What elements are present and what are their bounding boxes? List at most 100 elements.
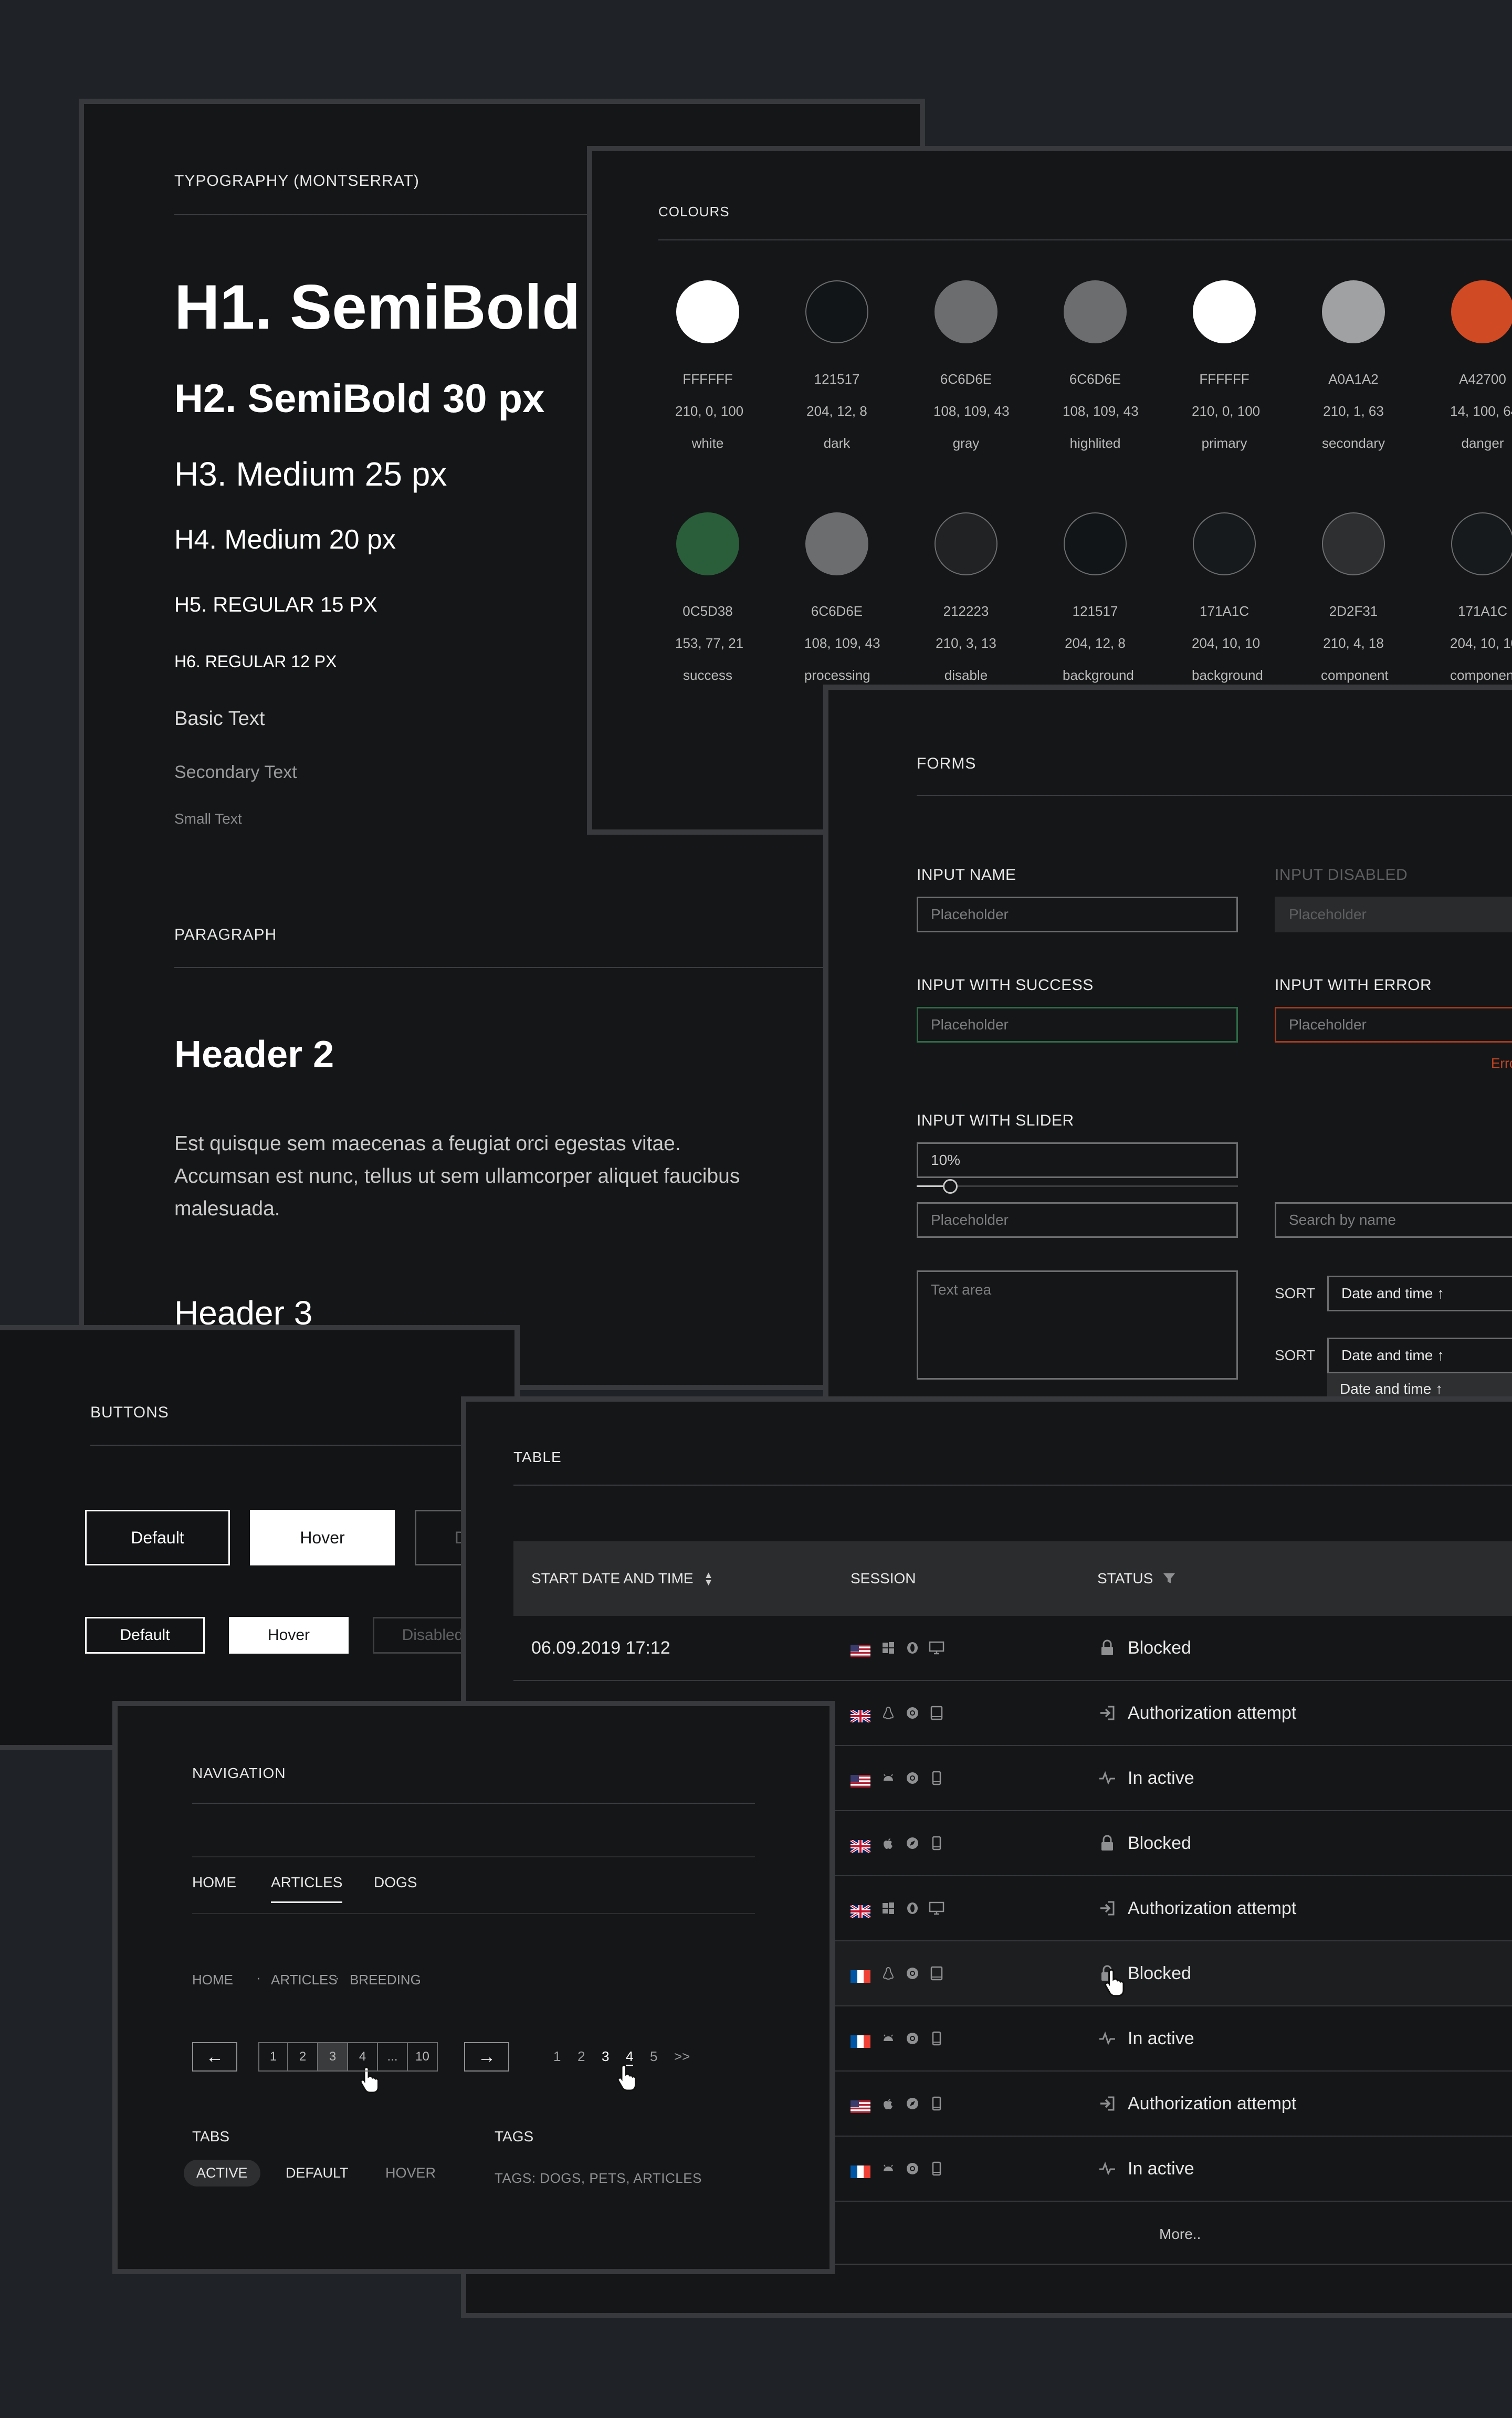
sort-label-1: SORT bbox=[1275, 1285, 1316, 1301]
colour-hsb: 210, 4, 18 bbox=[1323, 635, 1384, 651]
page-link[interactable]: 1 bbox=[553, 2048, 561, 2065]
navigation-title: NAVIGATION bbox=[192, 1765, 286, 1781]
hover-button-large[interactable]: Hover bbox=[250, 1510, 395, 1565]
colour-hsb: 108, 109, 43 bbox=[1063, 403, 1139, 419]
colour-hex: 2D2F31 bbox=[1329, 603, 1378, 619]
flag-fr-icon bbox=[850, 1967, 870, 1983]
input-name-field[interactable]: Placeholder bbox=[917, 897, 1238, 932]
tags-title: TAGS bbox=[495, 2128, 534, 2144]
page-2-button[interactable]: 2 bbox=[288, 2042, 318, 2072]
table-row[interactable]: 06.09.2019 17:12 Blocked bbox=[513, 1616, 1512, 1681]
next-page-button[interactable]: → bbox=[464, 2042, 509, 2072]
row-session bbox=[849, 1681, 952, 1745]
typography-title: TYPOGRAPHY (MONTSERRAT) bbox=[174, 172, 419, 190]
row-start-date: 06.09.2019 17:12 bbox=[531, 1637, 670, 1658]
colour-hex: 6C6D6E bbox=[1069, 371, 1121, 387]
page-3-button[interactable]: 3 bbox=[318, 2042, 348, 2072]
more-link[interactable]: More.. bbox=[1159, 2226, 1201, 2243]
placeholder-field[interactable]: Placeholder bbox=[917, 1202, 1238, 1238]
tablet-icon bbox=[928, 1965, 945, 1982]
row-session bbox=[850, 2006, 952, 2070]
flag-uk-icon bbox=[849, 1837, 872, 1854]
hover-button-small[interactable]: Hover bbox=[229, 1617, 349, 1654]
colour-hsb: 204, 10, 10 bbox=[1450, 635, 1512, 651]
colour-name: secondary bbox=[1322, 435, 1385, 451]
input-name-placeholder: Placeholder bbox=[931, 906, 1009, 922]
opera-icon bbox=[904, 1900, 921, 1917]
breadcrumb-item[interactable]: ARTICLES bbox=[271, 1972, 338, 1988]
page-link[interactable]: 3 bbox=[602, 2048, 609, 2065]
colour-hex: 212223 bbox=[943, 603, 989, 619]
page-6-button[interactable]: 10 bbox=[408, 2042, 438, 2072]
flag-fr-icon bbox=[850, 2032, 870, 2048]
page-link[interactable]: 2 bbox=[578, 2048, 585, 2065]
slider-handle[interactable] bbox=[943, 1179, 958, 1194]
colour-swatch: 212223 210, 3, 13 disable bbox=[933, 512, 999, 691]
table-divider bbox=[513, 1485, 1512, 1486]
colour-hex: FFFFFF bbox=[682, 371, 733, 387]
linux-icon bbox=[880, 1705, 897, 1721]
tab-active[interactable]: ACTIVE bbox=[184, 2160, 260, 2186]
sort-select-1[interactable]: Date and time ↑ bbox=[1327, 1276, 1512, 1311]
menu-item-home[interactable]: HOME bbox=[192, 1874, 236, 1891]
text-area[interactable]: Text area bbox=[917, 1270, 1238, 1380]
sort-icon[interactable]: ▲ ▼ bbox=[704, 1570, 713, 1587]
placeholder-text: Placeholder bbox=[931, 1212, 1009, 1228]
input-slider-field[interactable]: 10% bbox=[917, 1142, 1238, 1178]
breadcrumb-item[interactable]: BREEDING bbox=[350, 1972, 421, 1988]
colour-name: dark bbox=[823, 435, 850, 451]
page-5-button[interactable]: ... bbox=[378, 2042, 408, 2072]
basic-text-sample: Basic Text bbox=[174, 708, 265, 730]
page-link[interactable]: 5 bbox=[650, 2048, 657, 2065]
colour-swatch: 0C5D38 153, 77, 21 success bbox=[675, 512, 744, 691]
buttons-divider bbox=[90, 1445, 510, 1446]
colour-hsb: 204, 12, 8 bbox=[1065, 635, 1126, 651]
input-success-field[interactable]: Placeholder bbox=[917, 1007, 1238, 1043]
page-1-button[interactable]: 1 bbox=[258, 2042, 288, 2072]
breadcrumb-item[interactable]: HOME bbox=[192, 1972, 233, 1988]
colour-hsb: 210, 0, 100 bbox=[675, 403, 744, 419]
page-label: 1 bbox=[269, 2049, 277, 2064]
win-icon bbox=[880, 1900, 897, 1917]
menu-item-dogs[interactable]: DOGS bbox=[374, 1874, 417, 1891]
prev-page-button[interactable]: ← bbox=[192, 2042, 237, 2072]
sort-select-1-value: Date and time ↑ bbox=[1341, 1285, 1445, 1301]
column-status-header[interactable]: STATUS bbox=[1097, 1541, 1176, 1616]
page-link[interactable]: >> bbox=[674, 2048, 690, 2065]
flag-uk-icon bbox=[849, 1707, 872, 1724]
input-error-field[interactable]: Placeholder bbox=[1275, 1007, 1512, 1043]
row-session bbox=[850, 2072, 952, 2136]
paragraph-divider bbox=[174, 967, 857, 968]
slider-value: 10% bbox=[931, 1152, 961, 1168]
colour-swatch: 121517 204, 12, 8 background bbox=[1063, 512, 1134, 691]
page-label: 3 bbox=[329, 2049, 337, 2064]
tablet-icon bbox=[928, 1705, 945, 1721]
chrome-icon bbox=[904, 1965, 921, 1982]
filter-icon[interactable] bbox=[1162, 1572, 1176, 1585]
input-disabled-placeholder: Placeholder bbox=[1289, 906, 1367, 922]
colour-circle bbox=[934, 512, 998, 575]
tab-default[interactable]: DEFAULT bbox=[286, 2165, 349, 2181]
colour-hsb: 204, 12, 8 bbox=[806, 403, 867, 419]
phone-icon bbox=[928, 1770, 945, 1786]
colour-hsb: 153, 77, 21 bbox=[675, 635, 744, 651]
row-status-text: In active bbox=[1128, 1768, 1194, 1788]
sort-select-2[interactable]: Date and time ↑ bbox=[1327, 1338, 1512, 1373]
safari-icon bbox=[904, 1835, 921, 1852]
linux-icon bbox=[880, 1965, 897, 1982]
chrome-icon bbox=[904, 1705, 921, 1721]
page-link[interactable]: 4 bbox=[626, 2048, 634, 2066]
colour-swatch: 171A1C 204, 10, 10 background bbox=[1192, 512, 1263, 691]
default-button-small[interactable]: Default bbox=[85, 1617, 205, 1654]
h3-sample: H3. Medium 25 px bbox=[174, 455, 447, 493]
colours-divider bbox=[658, 239, 1512, 240]
page-4-button[interactable]: 4 bbox=[348, 2042, 378, 2072]
h2-sample: H2. SemiBold 30 px bbox=[174, 376, 545, 421]
tab-hover[interactable]: HOVER bbox=[385, 2165, 436, 2181]
column-date-header[interactable]: START DATE AND TIME ▲ ▼ bbox=[531, 1541, 713, 1616]
default-button-large[interactable]: Default bbox=[85, 1510, 230, 1565]
colour-hsb: 204, 10, 10 bbox=[1192, 635, 1261, 651]
search-input[interactable]: Search by name bbox=[1275, 1202, 1512, 1238]
menu-item-articles[interactable]: ARTICLES bbox=[271, 1874, 343, 1903]
row-status-text: Authorization attempt bbox=[1128, 1898, 1297, 1918]
